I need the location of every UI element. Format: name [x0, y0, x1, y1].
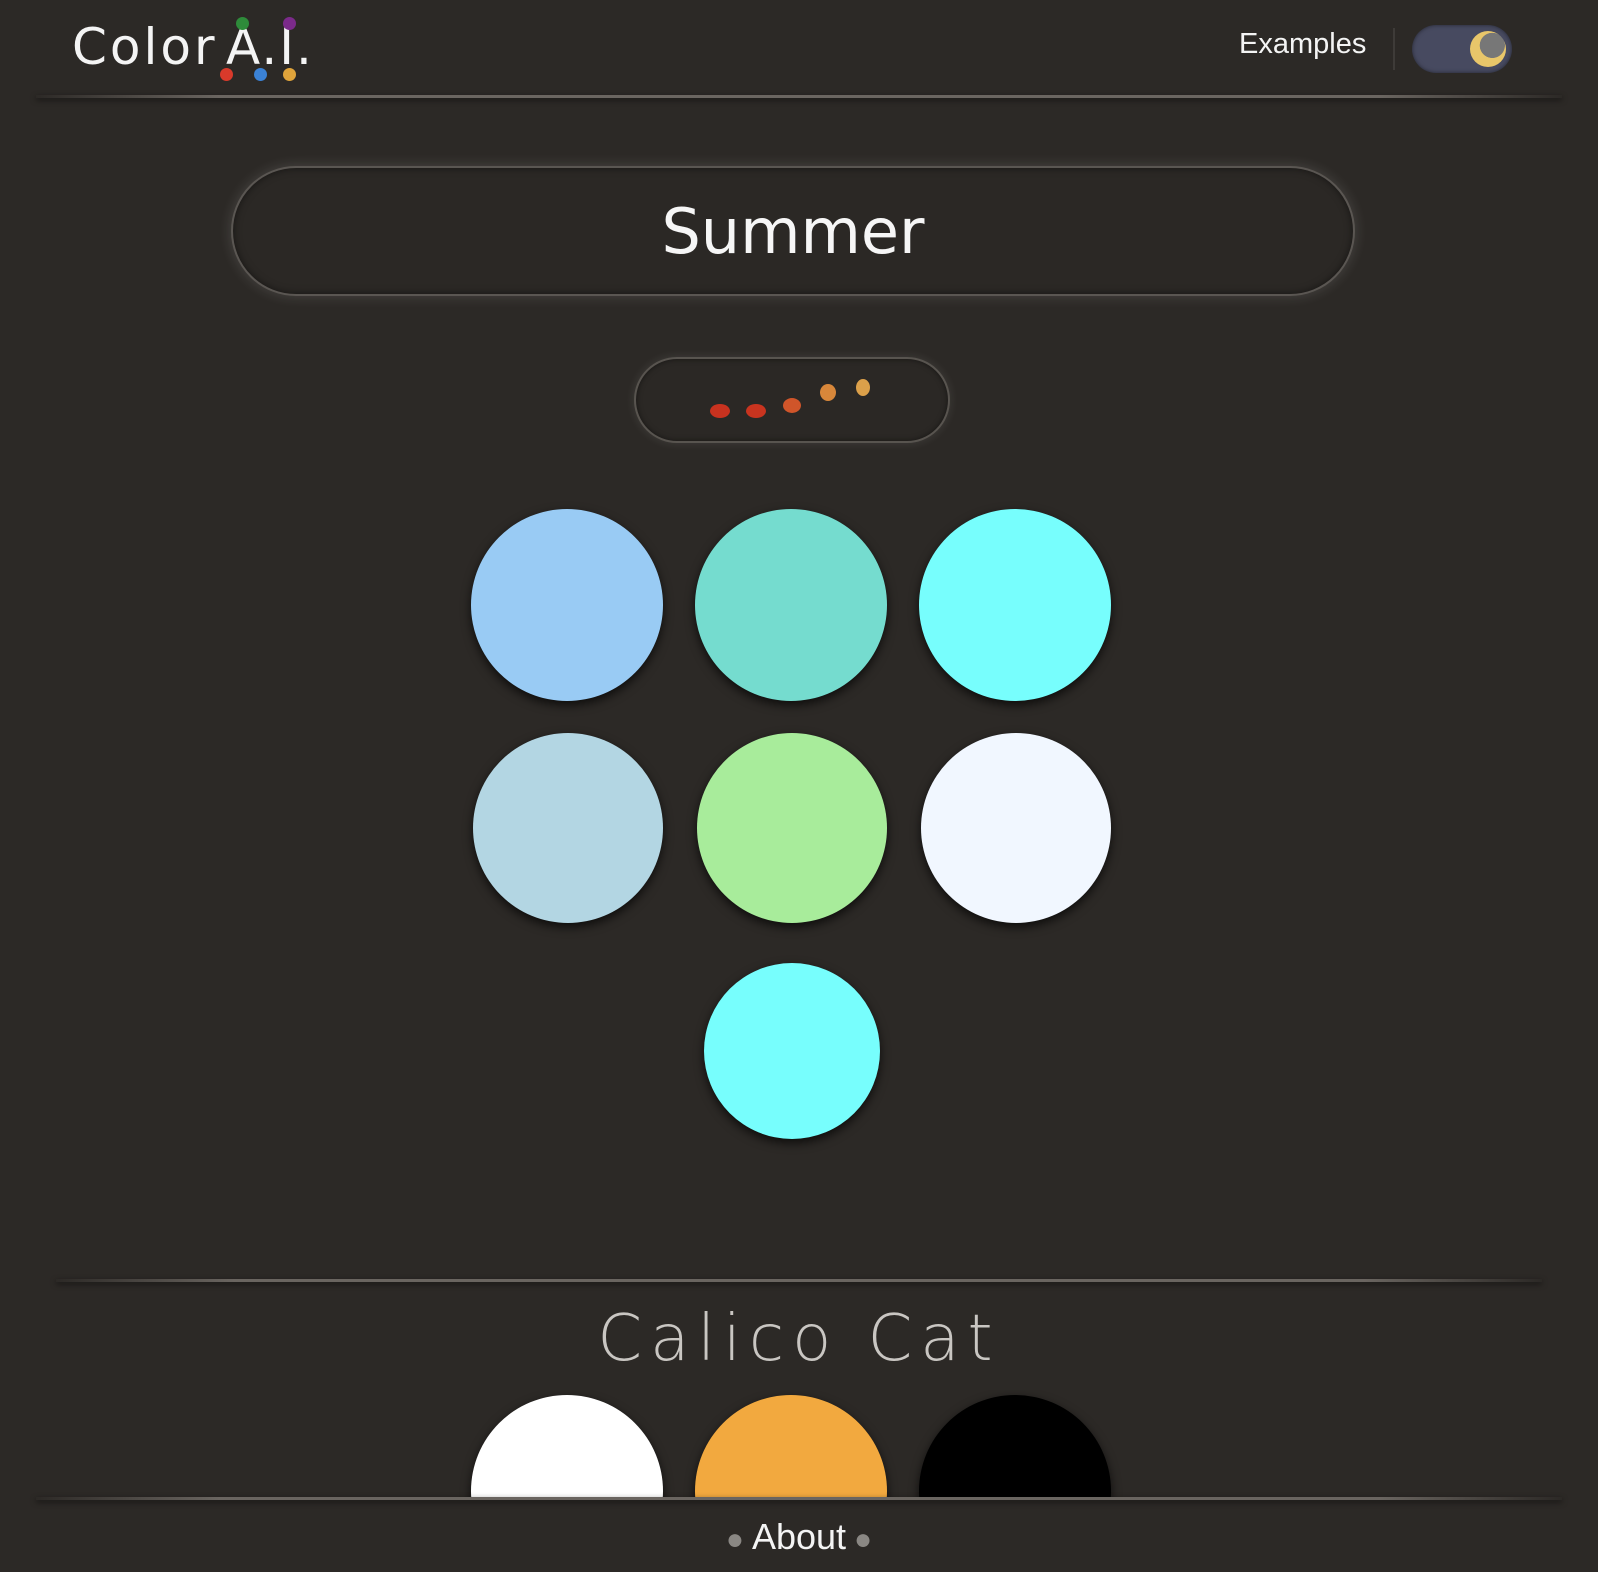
- palette-swatch[interactable]: [471, 509, 663, 701]
- logo[interactable]: Color A.I.: [72, 14, 332, 84]
- search-input[interactable]: [231, 166, 1355, 296]
- loading-dot: [783, 398, 801, 413]
- example-swatch[interactable]: [471, 1395, 663, 1500]
- palette-swatch[interactable]: [921, 733, 1111, 923]
- example-palette[interactable]: [0, 1390, 1598, 1500]
- section-divider: [56, 1279, 1542, 1282]
- logo-text: Color: [72, 18, 218, 76]
- palette-swatch[interactable]: [919, 509, 1111, 701]
- footer: ● About ●: [0, 1516, 1598, 1558]
- logo-dot-green: [236, 17, 249, 30]
- palette-swatch[interactable]: [697, 733, 887, 923]
- example-swatch[interactable]: [919, 1395, 1111, 1500]
- palette-swatch[interactable]: [473, 733, 663, 923]
- about-link[interactable]: About: [752, 1516, 846, 1557]
- palette-swatch[interactable]: [695, 509, 887, 701]
- loading-dot: [746, 404, 766, 418]
- example-swatch[interactable]: [695, 1395, 887, 1500]
- header-separator: [1393, 28, 1395, 70]
- page: Color A.I. Examples Calico Cat ●Ab: [0, 0, 1598, 1572]
- bullet-icon: ●: [854, 1523, 873, 1556]
- theme-toggle[interactable]: [1412, 25, 1512, 73]
- bullet-icon: ●: [725, 1523, 744, 1556]
- header-divider: [36, 95, 1562, 98]
- logo-dot-red: [220, 68, 233, 81]
- loading-dot: [820, 384, 836, 401]
- loading-dot: [856, 379, 870, 396]
- palette-swatch[interactable]: [704, 963, 880, 1139]
- moon-icon: [1470, 31, 1506, 67]
- footer-divider: [36, 1497, 1562, 1500]
- logo-dot-blue: [254, 68, 267, 81]
- examples-link[interactable]: Examples: [1239, 28, 1366, 61]
- loading-dot: [710, 404, 730, 418]
- logo-dot-purple: [283, 17, 296, 30]
- loading-indicator[interactable]: [634, 357, 950, 443]
- example-title: Calico Cat: [597, 1302, 1001, 1376]
- logo-dot-yellow: [283, 68, 296, 81]
